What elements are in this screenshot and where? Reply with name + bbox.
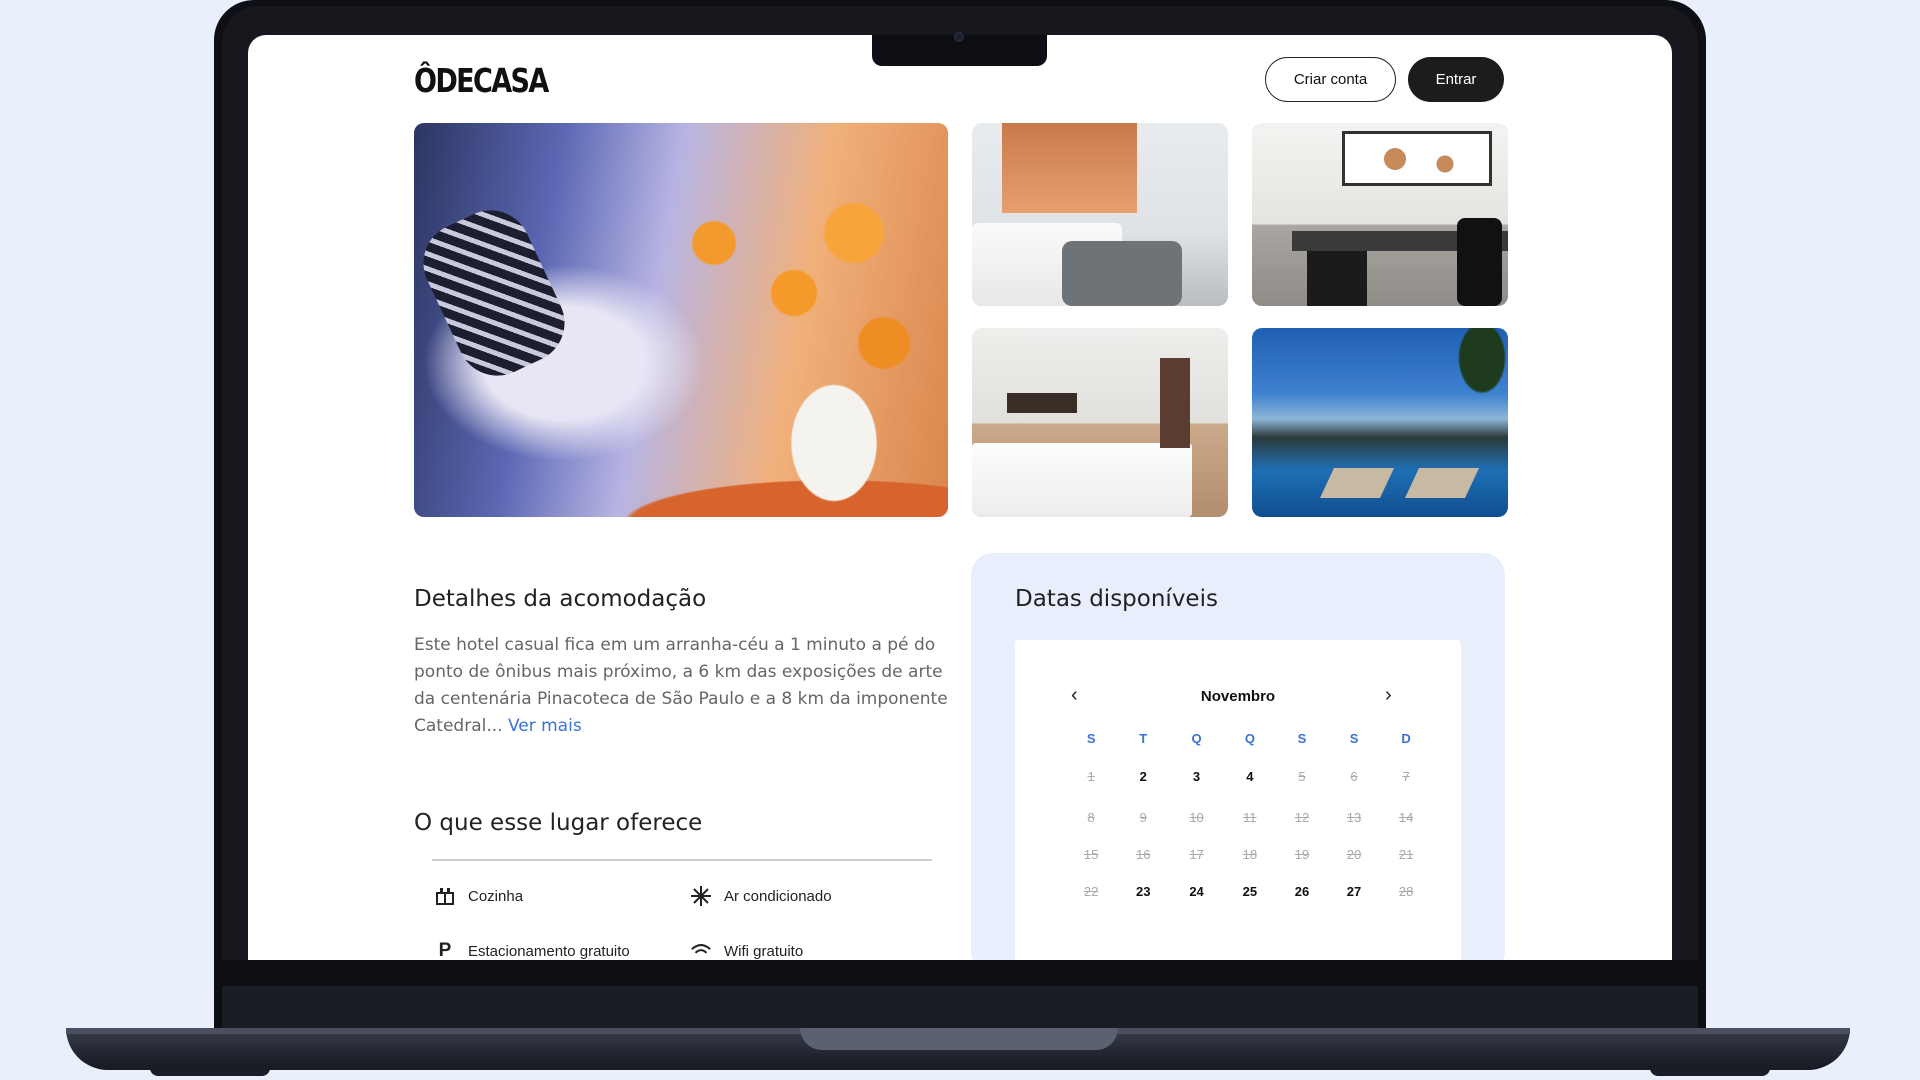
dates-title: Datas disponíveis bbox=[1015, 586, 1218, 612]
screen: ÔDECASA Criar conta Entrar Detalhes da a… bbox=[248, 35, 1672, 960]
calendar-day-available[interactable]: 2 bbox=[1123, 769, 1163, 784]
photo-bed bbox=[972, 443, 1192, 517]
amenity-air-conditioning: Ar condicionado bbox=[690, 885, 832, 907]
laptop-foot-right bbox=[1650, 1068, 1770, 1076]
calendar-day-available[interactable]: 4 bbox=[1230, 769, 1270, 784]
calendar-day-available[interactable]: 3 bbox=[1177, 769, 1217, 784]
snowflake-icon bbox=[690, 885, 712, 907]
details-text: Este hotel casual fica em um arranha-céu… bbox=[414, 635, 948, 736]
see-more-link[interactable]: Ver mais bbox=[508, 716, 582, 736]
create-account-button[interactable]: Criar conta bbox=[1265, 57, 1396, 102]
calendar-day-available[interactable]: 26 bbox=[1282, 884, 1322, 899]
calendar-day-unavailable: 13 bbox=[1346, 810, 1362, 825]
amenity-label: Ar condicionado bbox=[724, 887, 832, 905]
weekday-header: S bbox=[1297, 731, 1307, 746]
laptop-hinge bbox=[222, 986, 1698, 1028]
calendar-day-unavailable: 17 bbox=[1189, 847, 1204, 862]
weekday-header: S bbox=[1086, 731, 1096, 746]
site-logo[interactable]: ÔDECASA bbox=[414, 61, 549, 100]
calendar-day-unavailable: 7 bbox=[1402, 769, 1410, 784]
calendar-month: Novembro bbox=[1200, 688, 1276, 705]
photo-palm bbox=[1442, 328, 1508, 438]
amenity-label: Wifi gratuito bbox=[724, 942, 804, 960]
calendar-day-available[interactable]: 27 bbox=[1334, 884, 1374, 899]
parking-icon: P bbox=[438, 940, 452, 960]
calendar-day-unavailable: 8 bbox=[1087, 810, 1095, 825]
amenity-wifi: Wifi gratuito bbox=[690, 940, 803, 960]
photo-lounge-chair bbox=[1405, 468, 1479, 498]
photo-art bbox=[1007, 393, 1077, 413]
amenity-label: Estacionamento gratuito bbox=[468, 942, 630, 960]
calendar-day-available[interactable]: 25 bbox=[1230, 884, 1270, 899]
calendar-day-unavailable: 28 bbox=[1398, 884, 1414, 899]
weekday-header: Q bbox=[1244, 731, 1255, 746]
calendar-day-unavailable: 11 bbox=[1243, 810, 1257, 825]
calendar-day-unavailable: 19 bbox=[1294, 847, 1310, 862]
laptop-chin bbox=[222, 960, 1698, 986]
calendar-day-unavailable: 18 bbox=[1242, 847, 1258, 862]
calendar-day-unavailable: 15 bbox=[1083, 847, 1099, 862]
photo-bedroom-sofa[interactable] bbox=[972, 123, 1228, 306]
calendar-day-unavailable: 16 bbox=[1136, 847, 1151, 862]
calendar-day-unavailable: 12 bbox=[1294, 810, 1310, 825]
photo-fridge bbox=[1307, 251, 1367, 306]
wifi-icon bbox=[690, 940, 712, 960]
calendar-day-available[interactable]: 23 bbox=[1123, 884, 1163, 899]
photo-door bbox=[1160, 358, 1190, 448]
login-button[interactable]: Entrar bbox=[1408, 57, 1504, 102]
striped-pillow bbox=[414, 197, 578, 389]
photo-bedroom-door[interactable] bbox=[972, 328, 1228, 517]
amenity-kitchen: Cozinha bbox=[434, 885, 523, 907]
chevron-right-icon[interactable]: › bbox=[1385, 684, 1392, 707]
calendar-day-unavailable: 22 bbox=[1083, 884, 1099, 899]
photo-wall bbox=[1002, 123, 1137, 213]
weekday-header: S bbox=[1349, 731, 1359, 746]
calendar: ‹ Novembro › S T Q Q S S D 1 2 3 4 5 6 7 8 9 10 11 12 13 14 1… bbox=[1015, 640, 1461, 960]
photo-lounge-chair bbox=[1320, 468, 1394, 498]
calendar-day-unavailable: 14 bbox=[1398, 810, 1414, 825]
photo-rooftop-pool[interactable] bbox=[1252, 328, 1508, 517]
offers-title: O que esse lugar oferece bbox=[414, 810, 703, 836]
weekday-header: D bbox=[1401, 731, 1411, 746]
details-description: Este hotel casual fica em um arranha-céu… bbox=[414, 632, 954, 740]
divider bbox=[432, 859, 932, 861]
calendar-day-unavailable: 1 bbox=[1087, 769, 1095, 784]
photo-main-flowers[interactable] bbox=[414, 123, 948, 517]
camera-icon bbox=[954, 32, 964, 42]
photo-sofa bbox=[1062, 241, 1182, 306]
laptop-foot-left bbox=[150, 1068, 270, 1076]
photo-chair bbox=[1457, 218, 1502, 306]
photo-map bbox=[1342, 131, 1492, 186]
kitchen-icon bbox=[434, 885, 456, 907]
photo-desk-area[interactable] bbox=[1252, 123, 1508, 306]
calendar-day-unavailable: 5 bbox=[1298, 769, 1306, 784]
weekday-header: T bbox=[1139, 731, 1148, 746]
calendar-day-unavailable: 21 bbox=[1398, 847, 1414, 862]
calendar-day-available[interactable]: 24 bbox=[1177, 884, 1217, 899]
amenity-parking: P Estacionamento gratuito bbox=[434, 940, 630, 960]
weekday-header: Q bbox=[1191, 731, 1202, 746]
amenity-label: Cozinha bbox=[468, 887, 524, 905]
details-title: Detalhes da acomodação bbox=[414, 586, 707, 612]
calendar-day-unavailable: 6 bbox=[1350, 769, 1358, 784]
calendar-day-unavailable: 9 bbox=[1139, 810, 1147, 825]
calendar-day-unavailable: 20 bbox=[1346, 847, 1362, 862]
laptop-thumb-notch bbox=[800, 1028, 1118, 1050]
calendar-day-unavailable: 10 bbox=[1189, 810, 1204, 825]
